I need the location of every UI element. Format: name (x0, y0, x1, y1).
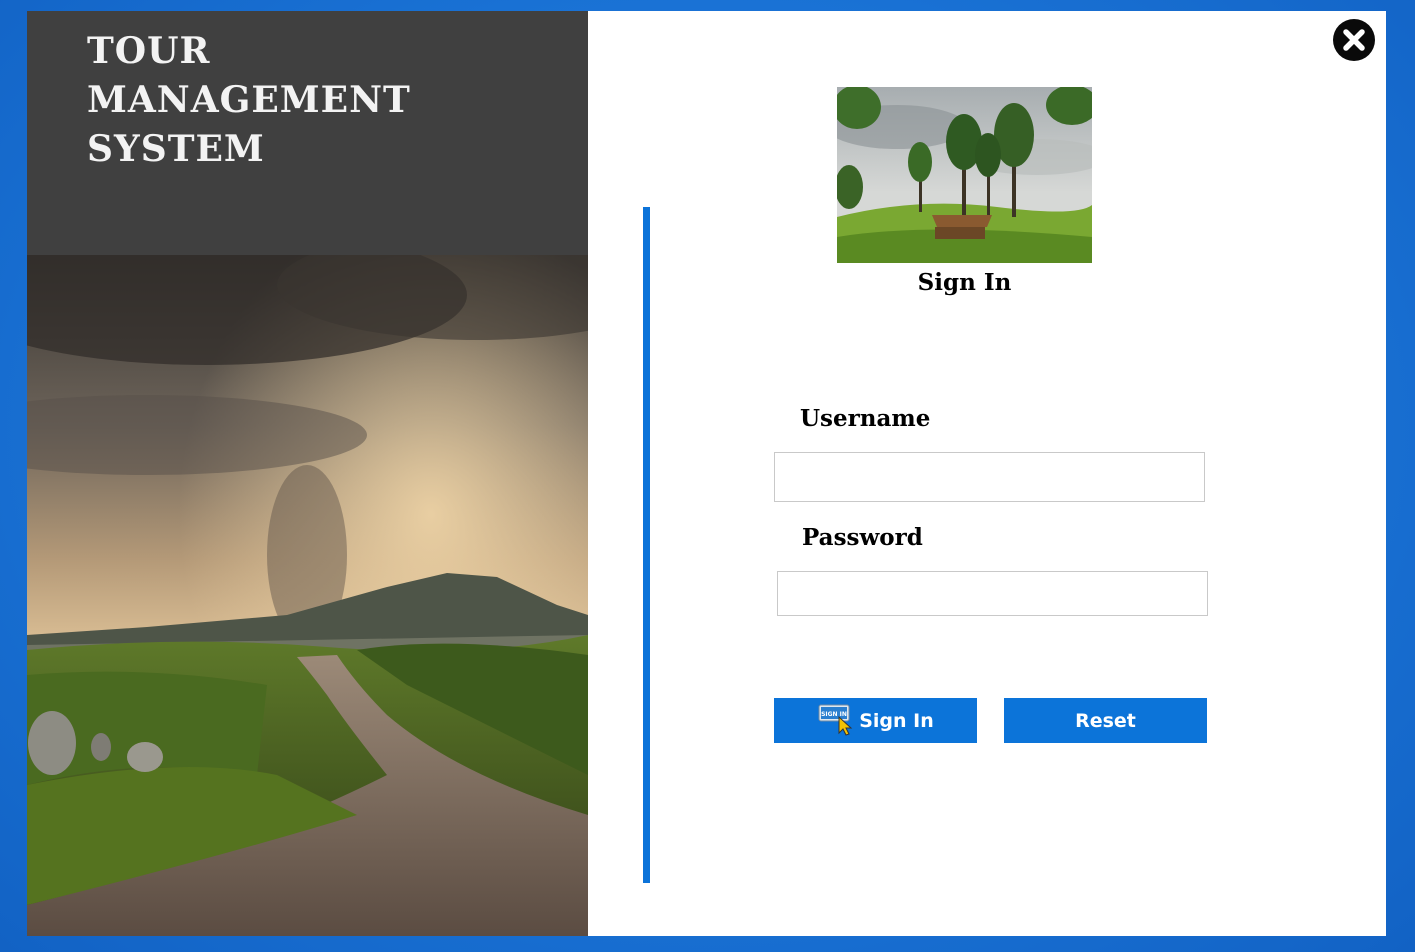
username-input[interactable] (774, 452, 1205, 502)
sign-in-button-label: Sign In (859, 709, 934, 732)
app-title-line-2: Management (87, 79, 411, 121)
sign-in-button[interactable]: SIGN IN Sign In (774, 698, 977, 743)
app-title-line-1: Tour (87, 30, 211, 72)
tree-landscape-logo-image (837, 87, 1092, 263)
app-title: Tour Management System (87, 27, 411, 174)
right-panel: Sign In Username Password SIGN IN Sign I… (588, 11, 1386, 936)
close-icon[interactable] (1333, 19, 1375, 61)
title-block: Tour Management System (27, 11, 588, 255)
landscape-hero-image (27, 255, 588, 936)
password-label: Password (802, 524, 923, 551)
left-panel: Tour Management System (27, 11, 588, 936)
sign-in-heading: Sign In (917, 269, 1012, 296)
vertical-divider (643, 207, 650, 883)
sign-in-cursor-icon: SIGN IN (818, 704, 853, 736)
password-input[interactable] (777, 571, 1208, 616)
login-window: Tour Management System (27, 11, 1386, 936)
app-title-line-3: System (87, 128, 265, 170)
username-label: Username (800, 405, 931, 432)
reset-button-label: Reset (1075, 709, 1136, 732)
sign-in-icon-text: SIGN IN (821, 711, 847, 718)
reset-button[interactable]: Reset (1004, 698, 1207, 743)
